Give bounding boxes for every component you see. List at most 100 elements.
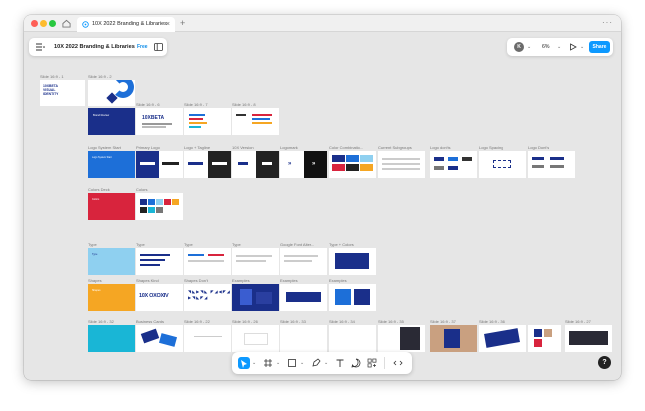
frame-label[interactable]: Shapes Don't (184, 278, 208, 283)
slide-thumbnail[interactable]: ◥◣▶◥◣ ◤◢◀◤◢ ▶◥◣◤◢ (184, 284, 231, 311)
slide-thumbnail[interactable]: Shapes (88, 284, 135, 311)
slide-thumbnail[interactable] (528, 151, 575, 178)
dev-mode-icon[interactable] (392, 357, 404, 369)
slide-thumbnail[interactable]: 10X OXOXIV (136, 284, 183, 311)
avatar[interactable]: K (514, 42, 524, 52)
frame-label[interactable]: Slide 16:9 - 33 (280, 319, 306, 324)
frame-label[interactable]: Slide 16:9 - 1 (40, 74, 64, 79)
new-tab-button[interactable]: + (180, 15, 185, 32)
canvas[interactable]: Slide 16:9 - 1 10XBETA VISUAL IDENTITY S… (24, 59, 621, 380)
frame-label[interactable]: Type (184, 242, 193, 247)
zoom-level[interactable]: 6% (542, 38, 550, 56)
frame-label[interactable]: Primary Logo (136, 145, 160, 150)
slide-thumbnail[interactable] (329, 151, 376, 178)
slide-thumbnail[interactable] (479, 151, 526, 178)
frame-label[interactable]: Slide 16:9 - 2 (88, 74, 112, 79)
rectangle-icon[interactable] (286, 357, 298, 369)
frame-label[interactable]: Colors (136, 187, 148, 192)
frame-label[interactable]: Logo Spacing (479, 145, 503, 150)
frame-label[interactable]: Slide 16:9 - 6 (136, 102, 160, 107)
maximize-window-button[interactable] (49, 20, 56, 27)
frame-label[interactable]: Logo System Start (88, 145, 121, 150)
frame-label[interactable]: Slide 16:9 - 37 (430, 319, 456, 324)
frame-label[interactable]: Current Subgroups (378, 145, 412, 150)
text-icon[interactable] (334, 357, 346, 369)
slide-thumbnail[interactable]: Type (88, 248, 135, 275)
chevron-down-icon[interactable]: ⌄ (276, 360, 280, 366)
frame-label[interactable]: Examples (280, 278, 298, 283)
frame-label[interactable]: Slide 16:9 - 26 (232, 319, 258, 324)
present-icon[interactable] (569, 43, 577, 51)
help-button[interactable]: ? (598, 356, 611, 369)
slide-thumbnail[interactable] (136, 248, 183, 275)
slide-thumbnail[interactable]: » » (280, 151, 327, 178)
chevron-down-icon[interactable]: ⌄ (300, 360, 304, 366)
frame-label[interactable]: Logo Dont's (528, 145, 549, 150)
tab-close-icon[interactable]: × (166, 17, 170, 32)
slide-thumbnail[interactable]: Logo System Start (88, 151, 135, 178)
slide-thumbnail[interactable]: 10XBETA (136, 108, 183, 135)
frame-label[interactable]: Type (136, 242, 145, 247)
slide-thumbnail[interactable] (184, 108, 231, 135)
slide-thumbnail[interactable] (565, 325, 612, 352)
file-tab[interactable]: 10X 2022 Branding & Libraries × (77, 17, 175, 32)
frame-label[interactable]: Slide 16:9 - 36 (479, 319, 505, 324)
slide-thumbnail[interactable]: Brand Review (88, 108, 135, 135)
frame-label[interactable]: Colors Deck (88, 187, 110, 192)
home-icon[interactable] (62, 19, 71, 28)
share-button[interactable]: Share (589, 41, 610, 53)
slide-thumbnail[interactable] (378, 325, 425, 352)
frame-label[interactable]: Google Font Alter... (280, 242, 326, 247)
frame-label[interactable]: Slide 16:9 - 27 (565, 319, 591, 324)
frame-label[interactable]: Color Combinatio... (329, 145, 375, 150)
chevron-down-icon[interactable]: ⌄ (557, 44, 561, 50)
slide-thumbnail[interactable] (184, 248, 231, 275)
slide-thumbnail[interactable] (430, 325, 477, 352)
pen-icon[interactable] (310, 357, 322, 369)
slide-thumbnail[interactable] (232, 325, 279, 352)
slide-thumbnail[interactable] (136, 193, 183, 220)
slide-thumbnail[interactable] (280, 284, 327, 311)
frame-label[interactable]: Shapes (88, 278, 102, 283)
plan-badge[interactable]: Free (137, 38, 148, 56)
slide-thumbnail[interactable] (232, 151, 279, 178)
frame-label[interactable]: Logo don'ts (430, 145, 451, 150)
components-icon[interactable] (366, 357, 378, 369)
slide-thumbnail[interactable] (280, 248, 327, 275)
chevron-down-icon[interactable]: ⌄ (580, 44, 584, 50)
slide-thumbnail[interactable] (184, 325, 231, 352)
slide-thumbnail[interactable]: Colors (88, 193, 135, 220)
frame-label[interactable]: Type (88, 242, 97, 247)
slide-thumbnail[interactable] (232, 284, 279, 311)
slide-thumbnail[interactable] (329, 325, 376, 352)
slide-thumbnail[interactable] (378, 151, 425, 178)
frame-label[interactable]: Slide 16:9 - 35 (378, 319, 404, 324)
slide-thumbnail[interactable] (280, 325, 327, 352)
frame-label[interactable]: Logo + Tagline (184, 145, 210, 150)
slide-thumbnail[interactable] (430, 151, 477, 178)
slide-thumbnail[interactable] (136, 151, 183, 178)
frame-label[interactable]: Slide 16:9 - 34 (329, 319, 355, 324)
file-title[interactable]: 10X 2022 Branding & Libraries (54, 38, 135, 56)
frame-label[interactable]: Logomark (280, 145, 298, 150)
close-window-button[interactable] (31, 20, 38, 27)
minimize-window-button[interactable] (40, 20, 47, 27)
frame-label[interactable]: Slide 16:9 - 32 (88, 319, 114, 324)
chevron-down-icon[interactable]: ⌄ (324, 360, 328, 366)
frame-label[interactable]: Type (232, 242, 241, 247)
frame-label[interactable]: Type + Colors (329, 242, 354, 247)
slide-thumbnail[interactable] (329, 284, 376, 311)
frame-label[interactable]: Examples (329, 278, 347, 283)
slide-thumbnail[interactable] (528, 325, 561, 352)
slide-thumbnail[interactable] (232, 108, 279, 135)
main-menu-icon[interactable] (35, 42, 45, 52)
frame-label[interactable]: Examples (232, 278, 250, 283)
more-icon[interactable]: ··· (602, 15, 613, 30)
slide-thumbnail[interactable] (136, 325, 183, 352)
chevron-down-icon[interactable]: ⌄ (527, 44, 531, 50)
move-tool-button[interactable] (238, 357, 250, 369)
frame-label[interactable]: Slide 16:9 - 7 (184, 102, 208, 107)
toggle-panel-icon[interactable] (154, 43, 163, 51)
frame-label[interactable]: Slide 16:9 - 22 (184, 319, 210, 324)
chevron-down-icon[interactable]: ⌄ (252, 360, 256, 366)
